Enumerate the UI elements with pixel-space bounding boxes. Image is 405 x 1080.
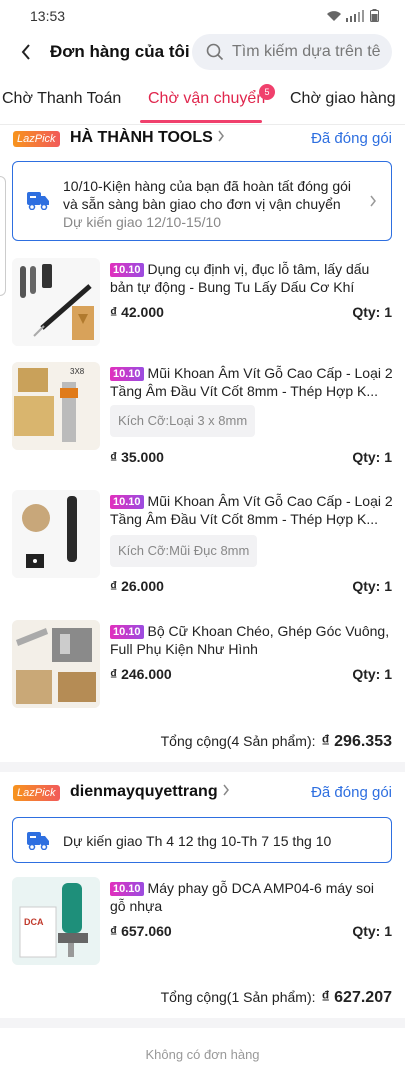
tab-pending-payment[interactable]: Chờ Thanh Toán — [2, 90, 121, 108]
delivery-text: 10/10-Kiện hàng của bạn đã hoàn tất đóng… — [63, 178, 352, 230]
back-button[interactable] — [14, 38, 38, 66]
product-image: 3X8 — [12, 362, 100, 450]
truck-icon — [27, 192, 49, 210]
product-variant: Kích Cỡ:Mũi Đục 8mm — [110, 535, 258, 567]
search-placeholder: Tìm kiếm dựa trên tê — [232, 43, 381, 60]
product-title: 10.10 Mũi Khoan Âm Vít Gỗ Cao Cấp - Loại … — [110, 365, 393, 399]
product-image — [12, 258, 100, 346]
delivery-info-card[interactable]: Dự kiến giao Th 4 12 thg 10-Th 7 15 thg … — [12, 817, 392, 863]
chevron-right-icon — [370, 195, 376, 207]
product-image — [12, 620, 100, 708]
section-divider — [0, 1018, 405, 1028]
battery-icon — [370, 9, 379, 22]
search-input[interactable]: Tìm kiếm dựa trên tê — [192, 34, 392, 70]
product-title: 10.10 Máy phay gỗ DCA AMP04-6 máy soi gỗ … — [110, 880, 374, 914]
product-qty: Qty: 1 — [352, 578, 392, 594]
status-time: 13:53 — [30, 8, 66, 24]
product-qty: Qty: 1 — [352, 923, 392, 939]
product-price: ₫ 246.000 — [110, 666, 172, 682]
sale-tag: 10.10 — [110, 495, 144, 509]
product-price: ₫ 657.060 — [110, 923, 172, 939]
lazpick-badge: LazPick — [13, 131, 60, 147]
order-item[interactable]: 3X8 10.10 Mũi Khoan Âm Vít Gỗ Cao Cấp - L… — [0, 362, 405, 472]
signal-icon — [346, 10, 364, 22]
tab-badge: 5 — [259, 84, 275, 100]
product-qty: Qty: 1 — [352, 304, 392, 320]
tab-pending-delivery[interactable]: Chờ giao hàng — [290, 90, 396, 108]
order-item[interactable]: 10.10 Bộ Cữ Khoan Chéo, Ghép Góc Vuông, F… — [0, 620, 405, 710]
product-qty: Qty: 1 — [352, 666, 392, 682]
app-header: Đơn hàng của tôi Tìm kiếm dựa trên tê — [0, 32, 405, 72]
empty-state-text: Không có đơn hàng — [145, 1047, 260, 1062]
product-image: DCA — [12, 877, 100, 965]
order-total: Tổng cộng(4 Sản phẩm): ₫ 296.353 — [160, 733, 392, 750]
truck-icon — [27, 832, 49, 850]
page-title: Đơn hàng của tôi — [50, 42, 190, 61]
product-image — [12, 490, 100, 578]
product-variant: Kích Cỡ:Loại 3 x 8mm — [110, 405, 256, 437]
wifi-icon — [327, 11, 341, 21]
order-item[interactable]: DCA 10.10 Máy phay gỗ DCA AMP04-6 máy soi… — [0, 877, 405, 967]
section-divider — [0, 762, 405, 772]
shop-header[interactable]: LazPick HÀ THÀNH TOOLS Đã đóng gói — [0, 128, 405, 152]
product-title: 10.10 Dụng cụ định vị, đục lỗ tâm, lấy dấ… — [110, 261, 370, 295]
product-qty: Qty: 1 — [352, 449, 392, 465]
divider — [0, 124, 405, 125]
product-price: ₫ 42.000 — [110, 304, 164, 320]
chevron-right-icon — [223, 784, 230, 796]
chevron-right-icon — [218, 130, 225, 142]
status-bar: 13:53 — [0, 0, 405, 32]
svg-text:DCA: DCA — [24, 917, 44, 927]
chevron-left-icon — [21, 44, 30, 60]
order-total: Tổng cộng(1 Sản phẩm): ₫ 627.207 — [160, 989, 392, 1006]
product-title: 10.10 Mũi Khoan Âm Vít Gỗ Cao Cấp - Loại … — [110, 493, 393, 527]
delivery-text: Dự kiến giao Th 4 12 thg 10-Th 7 15 thg … — [63, 833, 332, 849]
sale-tag: 10.10 — [110, 367, 144, 381]
product-price: ₫ 26.000 — [110, 578, 164, 594]
lazpick-badge: LazPick — [13, 785, 60, 801]
order-tabs: Chờ Thanh Toán Chờ vận chuyển 5 Chờ giao… — [0, 84, 405, 124]
order-item[interactable]: 10.10 Dụng cụ định vị, đục lỗ tâm, lấy dấ… — [0, 258, 405, 353]
svg-text:3X8: 3X8 — [70, 367, 85, 376]
sale-tag: 10.10 — [110, 263, 144, 277]
tab-pending-shipping[interactable]: Chờ vận chuyển — [148, 90, 265, 108]
sale-tag: 10.10 — [110, 882, 144, 896]
tab-active-indicator — [140, 120, 262, 123]
search-icon — [206, 43, 224, 61]
status-icons — [326, 9, 379, 22]
shop-name: HÀ THÀNH TOOLS — [70, 129, 225, 147]
shop-header[interactable]: LazPick dienmayquyettrang Đã đóng gói — [0, 782, 405, 806]
order-status: Đã đóng gói — [311, 130, 392, 147]
delivery-info-card[interactable]: 10/10-Kiện hàng của bạn đã hoàn tất đóng… — [12, 161, 392, 241]
order-status: Đã đóng gói — [311, 784, 392, 801]
order-item[interactable]: 10.10 Mũi Khoan Âm Vít Gỗ Cao Cấp - Loại … — [0, 490, 405, 600]
product-title: 10.10 Bộ Cữ Khoan Chéo, Ghép Góc Vuông, F… — [110, 623, 390, 657]
product-price: ₫ 35.000 — [110, 449, 164, 465]
sale-tag: 10.10 — [110, 625, 144, 639]
shop-name: dienmayquyettrang — [70, 783, 230, 801]
